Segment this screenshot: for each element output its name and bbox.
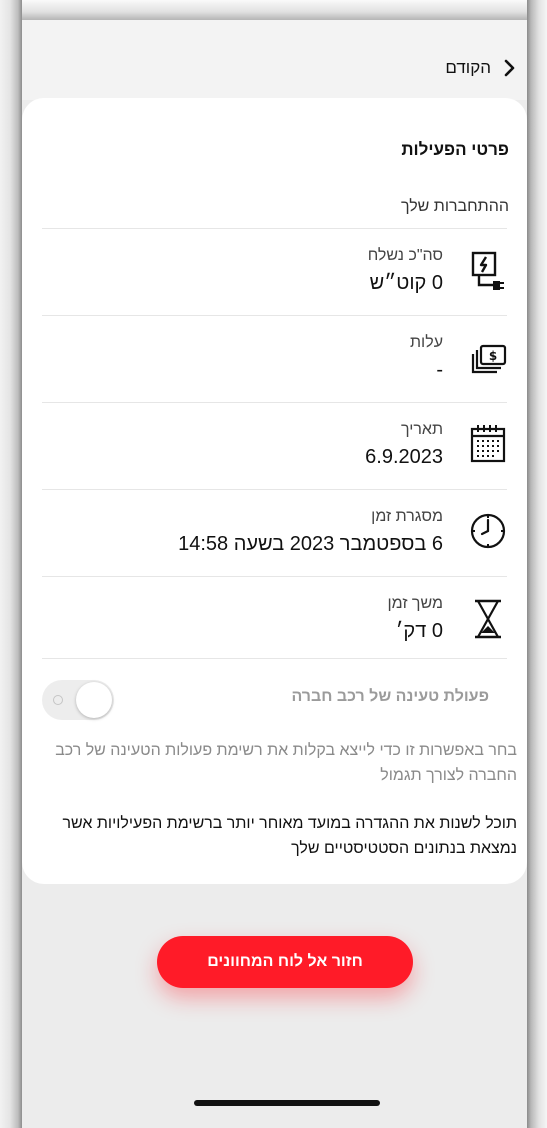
calendar-icon	[469, 421, 507, 467]
divider	[42, 658, 507, 659]
detail-value: 6 בספטמבר 2023 בשעה 14:58	[178, 533, 443, 555]
detail-label: מסגרת זמן	[371, 508, 443, 525]
back-label: הקודם	[445, 58, 491, 77]
toggle-knob	[76, 682, 112, 718]
company-car-help-text: בחר באפשרות זו כדי לייצא בקלות את רשימת …	[55, 742, 517, 784]
hourglass-icon	[469, 595, 507, 641]
back-to-dashboard-button[interactable]: חזור אל לוח המחוונים	[157, 936, 413, 988]
device-bezel-right	[527, 0, 547, 1128]
section-subtitle: ההתחברות שלך	[400, 198, 509, 215]
chevron-back-icon	[499, 58, 519, 78]
svg-text:$: $	[489, 349, 497, 363]
detail-value: 6.9.2023	[365, 446, 443, 468]
detail-row-cost: $ עלות -	[42, 315, 507, 402]
detail-row-time-frame: מסגרת זמן 6 בספטמבר 2023 בשעה 14:58	[42, 489, 507, 576]
detail-value: -	[436, 359, 443, 381]
company-car-toggle[interactable]	[42, 680, 114, 720]
back-button[interactable]: הקודם	[445, 58, 519, 78]
detail-label: עלות	[410, 334, 443, 351]
activity-details-card: פרטי הפעילות ההתחברות שלך סה"כ נשלח 0 קו…	[22, 98, 527, 884]
company-car-note-text: תוכל לשנות את ההגדרה במועד מאוחר יותר בר…	[62, 815, 517, 857]
device-bezel-left	[0, 0, 22, 1128]
detail-value: 0 קוט״ש	[369, 272, 443, 294]
details-list: סה"כ נשלח 0 קוט״ש $ עלות - תאריך 6.9.202…	[42, 228, 507, 663]
detail-row-total-sent: סה"כ נשלח 0 קוט״ש	[42, 228, 507, 315]
toggle-off-ring-icon	[53, 695, 63, 705]
company-car-toggle-row: פעולת טעינה של רכב חברה	[42, 676, 507, 720]
section-title: פרטי הפעילות	[401, 140, 509, 159]
detail-label: משך זמן	[387, 595, 443, 612]
detail-label: סה"כ נשלח	[367, 247, 443, 264]
company-car-label: פעולת טעינה של רכב חברה	[291, 688, 489, 705]
home-indicator	[194, 1100, 380, 1106]
app-screen: הקודם פרטי הפעילות ההתחברות שלך סה"כ נשל…	[22, 20, 527, 1128]
detail-row-duration: משך זמן 0 דק׳	[42, 576, 507, 663]
detail-row-date: תאריך 6.9.2023	[42, 402, 507, 489]
money-bills-icon: $	[469, 334, 507, 380]
detail-value: 0 דק׳	[395, 620, 443, 642]
top-bar: הקודם	[22, 20, 527, 100]
clock-icon	[469, 508, 507, 554]
detail-label: תאריך	[400, 421, 443, 438]
charger-plug-icon	[469, 247, 507, 293]
device-bezel-top	[0, 0, 547, 20]
